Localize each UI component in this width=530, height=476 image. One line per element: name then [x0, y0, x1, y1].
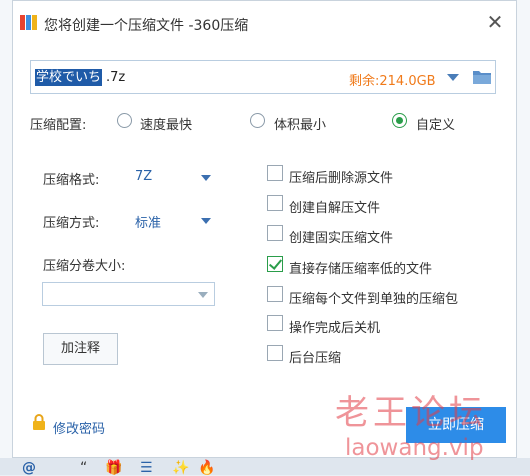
checkbox-shutdown[interactable] [267, 315, 283, 331]
sparkle-icon[interactable]: ✨ [172, 460, 189, 476]
checkbox-self-extract[interactable] [267, 195, 283, 211]
radio-speed[interactable] [117, 113, 132, 128]
free-space-label: 剩余:214.0GB [349, 74, 436, 89]
fire-icon[interactable]: 🔥 [198, 460, 215, 476]
list-icon[interactable]: ☰ [140, 460, 153, 476]
background-right [516, 0, 530, 475]
folder-icon[interactable] [472, 68, 492, 86]
title-bar[interactable]: 您将创建一个压缩文件 -360压缩 ✕ [13, 1, 516, 45]
method-label: 压缩方式: [43, 216, 100, 231]
close-button[interactable]: ✕ [484, 11, 506, 33]
radio-speed-label[interactable]: 速度最快 [140, 114, 192, 133]
checkbox-self-extract-label[interactable]: 创建自解压文件 [289, 197, 380, 216]
filename-selected-text: 学校でいち [35, 69, 103, 86]
watermark-url: laowang.vip [345, 435, 484, 461]
config-label: 压缩配置: [30, 118, 87, 133]
path-dropdown-icon[interactable] [447, 74, 459, 81]
format-dropdown-icon[interactable] [201, 175, 211, 181]
method-dropdown-icon[interactable] [201, 218, 211, 224]
volume-dropdown-icon[interactable] [198, 292, 208, 298]
checkbox-separate-archives-label[interactable]: 压缩每个文件到单独的压缩包 [289, 288, 458, 307]
checkbox-delete-source[interactable] [267, 165, 283, 181]
app-icon [20, 15, 37, 30]
gift-icon[interactable]: 🎁 [105, 460, 122, 476]
filename-field[interactable]: 学校でいち .7z 剩余:214.0GB [30, 60, 496, 94]
checkbox-store-low-ratio[interactable] [267, 256, 283, 272]
radio-custom-label[interactable]: 自定义 [416, 114, 455, 133]
radio-custom[interactable] [392, 113, 407, 128]
background-left [0, 0, 12, 475]
at-icon[interactable]: @ [22, 460, 36, 476]
checkbox-background-label[interactable]: 后台压缩 [289, 347, 341, 366]
checkbox-separate-archives[interactable] [267, 286, 283, 302]
radio-size-label[interactable]: 体积最小 [274, 114, 326, 133]
checkbox-store-low-ratio-label[interactable]: 直接存储压缩率低的文件 [289, 258, 432, 277]
radio-size[interactable] [250, 113, 265, 128]
window-title: 您将创建一个压缩文件 -360压缩 [44, 18, 249, 34]
checkbox-background[interactable] [267, 345, 283, 361]
add-comment-button[interactable]: 加注释 [43, 333, 118, 365]
change-password-link[interactable]: 修改密码 [53, 418, 105, 437]
watermark-title: 老王论坛 [335, 393, 487, 433]
checkbox-solid-label[interactable]: 创建固实压缩文件 [289, 227, 393, 246]
lock-icon [33, 414, 45, 430]
volume-label: 压缩分卷大小: [43, 259, 126, 274]
format-select[interactable]: 7Z [135, 169, 152, 184]
format-label: 压缩格式: [43, 173, 100, 188]
method-select[interactable]: 标准 [135, 212, 161, 231]
checkbox-shutdown-label[interactable]: 操作完成后关机 [289, 317, 380, 336]
checkbox-delete-source-label[interactable]: 压缩后删除源文件 [289, 167, 393, 186]
checkbox-solid[interactable] [267, 225, 283, 241]
quote-icon[interactable]: “ [80, 460, 87, 476]
filename-extension: .7z [106, 70, 126, 85]
volume-size-combo[interactable] [42, 282, 215, 306]
